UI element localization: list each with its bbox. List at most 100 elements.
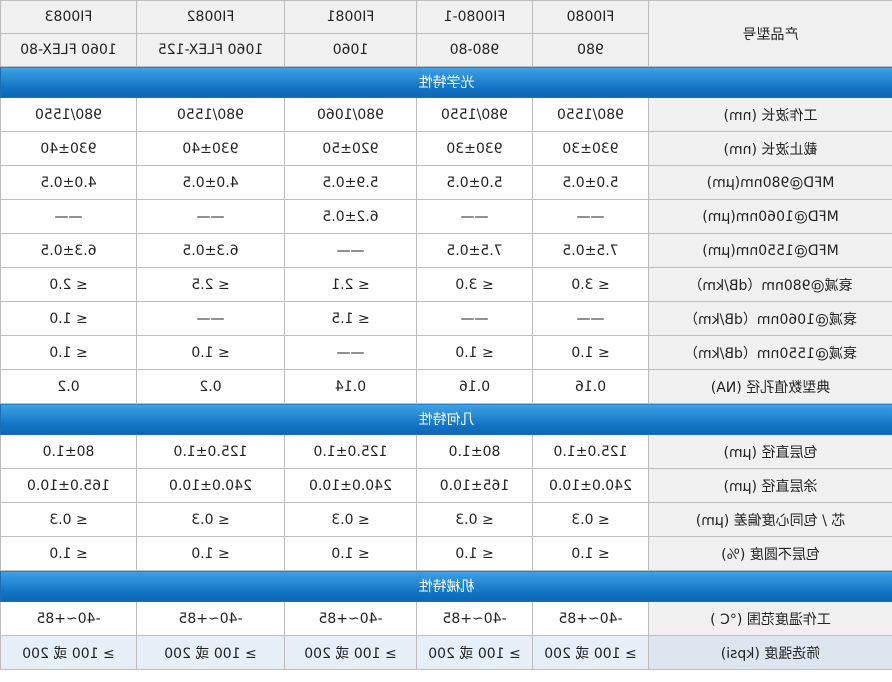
value-cell: 165.0±10.0 bbox=[0, 468, 137, 503]
value-cell: —— bbox=[532, 199, 649, 234]
value-cell: 125.0±1.0 bbox=[136, 434, 285, 469]
section-header-row: 几何特性 bbox=[0, 403, 892, 435]
value-cell: ≥ 100 或 200 bbox=[0, 635, 137, 670]
value-cell: ≤ 3.0 bbox=[416, 267, 533, 302]
value-cell: 6.3±0.5 bbox=[0, 233, 137, 268]
row-label: 芯 / 包同心度偏差 (μm) bbox=[648, 502, 892, 537]
value-cell: ≤ 1.0 bbox=[532, 335, 649, 370]
table-row: 典型数值孔径 (NA) 0.16 0.16 0.14 0.2 0.2 bbox=[0, 369, 892, 404]
spec-sheet: 产品型号 FI0080 FI0080-1 FI0081 FI0082 FI008… bbox=[0, 0, 892, 682]
value-cell: 125.0±1.0 bbox=[532, 434, 649, 469]
model-fi0080: FI0080 bbox=[532, 0, 649, 34]
value-cell: ≤ 0.3 bbox=[0, 502, 137, 537]
value-cell: 5.0±0.5 bbox=[416, 165, 533, 200]
value-cell: 980/1550 bbox=[532, 97, 649, 132]
value-cell: 980/1550 bbox=[0, 97, 137, 132]
value-cell: ≤ 2.0 bbox=[0, 267, 137, 302]
value-cell: 125.0±1.0 bbox=[284, 434, 417, 469]
value-cell: 930±40 bbox=[0, 131, 137, 166]
fiber-spec-table: 产品型号 FI0080 FI0080-1 FI0081 FI0082 FI008… bbox=[0, 0, 892, 670]
value-cell: 0.14 bbox=[284, 369, 417, 404]
value-cell: ≥ 100 或 200 bbox=[284, 635, 417, 670]
value-cell: 4.0±0.5 bbox=[136, 165, 285, 200]
section-title: 光学特性 bbox=[0, 66, 892, 98]
value-cell: -40~+85 bbox=[284, 601, 417, 636]
value-cell: —— bbox=[416, 301, 533, 336]
table-row: 截止波长 (nm) 930±30 930±30 920±50 930±40 930±40 bbox=[0, 131, 892, 166]
value-cell: ≥ 100 或 200 bbox=[416, 635, 533, 670]
value-cell: —— bbox=[532, 301, 649, 336]
row-label: 工作温度范围 (°C ) bbox=[648, 601, 892, 636]
value-cell: 7.5±0.5 bbox=[532, 233, 649, 268]
value-cell: 930±30 bbox=[416, 131, 533, 166]
value-cell: -40~+85 bbox=[136, 601, 285, 636]
table-row: 包层不圆度 (%) ≤ 1.0 ≤ 1.0 ≤ 1.0 ≤ 1.0 ≤ 1.0 bbox=[0, 536, 892, 571]
row-label: 典型数值孔径 (NA) bbox=[648, 369, 892, 404]
value-cell: 5.9±0.5 bbox=[284, 165, 417, 200]
row-label: 截止波长 (nm) bbox=[648, 131, 892, 166]
value-cell: ≥ 100 或 200 bbox=[136, 635, 285, 670]
value-cell: 80±1.0 bbox=[0, 434, 137, 469]
row-label: 涂层直径 (μm) bbox=[648, 468, 892, 503]
table-row: 衰减@1550nm（dB/km） ≤ 1.0 ≤ 1.0 —— ≤ 1.0 ≤ 1.0 bbox=[0, 335, 892, 370]
value-cell: ≤ 2.1 bbox=[284, 267, 417, 302]
row-label: 工作波长 (nm) bbox=[648, 97, 892, 132]
value-cell: ≤ 2.5 bbox=[136, 267, 285, 302]
value-cell: 930±40 bbox=[136, 131, 285, 166]
value-cell: 80±1.0 bbox=[416, 434, 533, 469]
value-cell: 165±10.0 bbox=[416, 468, 533, 503]
value-cell: 5.0±0.5 bbox=[532, 165, 649, 200]
row-label: 衰减@1550nm（dB/km） bbox=[648, 335, 892, 370]
value-cell: 980/1060 bbox=[284, 97, 417, 132]
section-header-row: 机械特性 bbox=[0, 570, 892, 602]
value-cell: ≤ 0.3 bbox=[136, 502, 285, 537]
table-row: 衰减@980nm（dB/km） ≤ 3.0 ≤ 3.0 ≤ 2.1 ≤ 2.5 ≤ 2.0 bbox=[0, 267, 892, 302]
type-cell: 1060 bbox=[284, 33, 417, 67]
value-cell: 0.2 bbox=[0, 369, 137, 404]
model-fi0081: FI0081 bbox=[284, 0, 417, 34]
model-fi0080-1: FI0080-1 bbox=[416, 0, 533, 34]
value-cell: 6.2±0.5 bbox=[284, 199, 417, 234]
value-cell: -40~+85 bbox=[532, 601, 649, 636]
value-cell: ≤ 1.0 bbox=[0, 536, 137, 571]
table-row: MFD@980nm(μm) 5.0±0.5 5.0±0.5 5.9±0.5 4.0±0.… bbox=[0, 165, 892, 200]
value-cell: ≤ 1.0 bbox=[0, 335, 137, 370]
type-cell: 980-80 bbox=[416, 33, 533, 67]
value-cell: ≤ 1.0 bbox=[416, 536, 533, 571]
model-fi0083: FI0083 bbox=[0, 0, 137, 34]
row-label: MFD@980nm(μm) bbox=[648, 165, 892, 200]
section-header-row: 光学特性 bbox=[0, 66, 892, 98]
value-cell: 0.16 bbox=[532, 369, 649, 404]
table-row: 涂层直径 (μm) 240.0±10.0 165±10.0 240.0±10.0 240… bbox=[0, 468, 892, 503]
value-cell: —— bbox=[284, 233, 417, 268]
value-cell: ≤ 1.0 bbox=[284, 536, 417, 571]
section-title: 机械特性 bbox=[0, 570, 892, 602]
row-label: MFD@1060nm(μm) bbox=[648, 199, 892, 234]
value-cell: ≤ 1.5 bbox=[284, 301, 417, 336]
value-cell: —— bbox=[136, 199, 285, 234]
table-row: MFD@1060nm(μm) —— —— 6.2±0.5 —— —— bbox=[0, 199, 892, 234]
value-cell: ≤ 1.0 bbox=[532, 536, 649, 571]
table-row: 工作温度范围 (°C ) -40~+85 -40~+85 -40~+85 -40~+85… bbox=[0, 601, 892, 636]
value-cell: ≤ 1.0 bbox=[136, 335, 285, 370]
value-cell: —— bbox=[416, 199, 533, 234]
row-label: 筛选强度 (kpsi) bbox=[648, 635, 892, 670]
model-fi0082: FI0082 bbox=[136, 0, 285, 34]
value-cell: —— bbox=[136, 301, 285, 336]
value-cell: 980/1550 bbox=[416, 97, 533, 132]
table-row: 衰减@1060nm（dB/km） —— —— ≤ 1.5 —— ≤ 1.0 bbox=[0, 301, 892, 336]
value-cell: ≤ 1.0 bbox=[416, 335, 533, 370]
type-cell: 1060 FLEX-80 bbox=[0, 33, 137, 67]
row-label: 包层直径 (μm) bbox=[648, 434, 892, 469]
type-cell: 980 bbox=[532, 33, 649, 67]
value-cell: 0.16 bbox=[416, 369, 533, 404]
table-row: MFD@1550nm(μm) 7.5±0.5 7.5±0.5 —— 6.3±0.5 6.3… bbox=[0, 233, 892, 268]
value-cell: ≤ 1.0 bbox=[136, 536, 285, 571]
row-label: 衰减@980nm（dB/km） bbox=[648, 267, 892, 302]
table-row: 芯 / 包同心度偏差 (μm) ≤ 0.3 ≤ 0.3 ≤ 0.3 ≤ 0.3 ≤ 0.3 bbox=[0, 502, 892, 537]
value-cell: 4.0±0.5 bbox=[0, 165, 137, 200]
row-label: 包层不圆度 (%) bbox=[648, 536, 892, 571]
row-label: 衰减@1060nm（dB/km） bbox=[648, 301, 892, 336]
product-model-label: 产品型号 bbox=[648, 0, 892, 67]
value-cell: ≥ 100 或 200 bbox=[532, 635, 649, 670]
